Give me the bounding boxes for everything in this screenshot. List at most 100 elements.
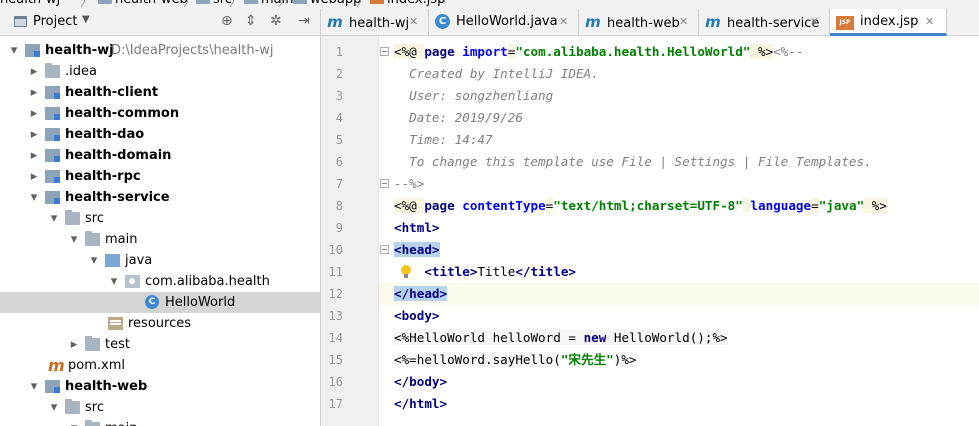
code-token: To change this template use File | Setti… [394, 154, 872, 169]
code-token: page [424, 44, 463, 59]
close-icon[interactable]: ✕ [559, 9, 568, 35]
breadcrumb-item[interactable]: health-wj [0, 0, 60, 7]
tree-item-health-rpc[interactable]: ▸ health-rpc [0, 166, 320, 187]
maven-icon: m [48, 356, 65, 375]
tree-item-main[interactable]: ▾ main [0, 229, 320, 250]
tree-item-test[interactable]: ▸ test [0, 334, 320, 355]
chevron-right-icon[interactable]: ▸ [28, 61, 40, 82]
chevron-down-icon[interactable]: ▾ [48, 208, 60, 229]
tree-item-health-common[interactable]: ▸ health-common [0, 103, 320, 124]
tree-item-com-alibaba-health[interactable]: ▾ com.alibaba.health [0, 271, 320, 292]
tree-item-health-service[interactable]: ▾ health-service [0, 187, 320, 208]
tree-item-health-client[interactable]: ▸ health-client [0, 82, 320, 103]
chevron-right-icon[interactable]: ▸ [28, 145, 40, 166]
close-icon[interactable]: ✕ [679, 9, 688, 35]
tree-item-resources[interactable]: resources [0, 313, 320, 334]
breadcrumb-item[interactable]: src [196, 0, 232, 7]
close-icon[interactable]: ✕ [925, 9, 934, 35]
code-line[interactable]: <head> [394, 239, 440, 261]
code-token: </body> [394, 374, 448, 389]
breadcrumb-item[interactable]: health-web [98, 0, 188, 7]
chevron-right-icon[interactable]: ▸ [68, 334, 80, 355]
tree-item-main[interactable]: ▾ main [0, 418, 320, 426]
tree-item-path: D:\IdeaProjects\health-wj [111, 43, 274, 58]
code-token: Time: 14:47 [394, 132, 493, 147]
tree-item-health-dao[interactable]: ▸ health-dao [0, 124, 320, 145]
chevron-down-icon[interactable]: ▾ [48, 397, 60, 418]
tree-item-label: .idea [65, 64, 97, 79]
tab-index-jsp[interactable]: JSP index.jsp ✕ [830, 9, 947, 36]
code-line[interactable]: </head> [394, 283, 448, 305]
chevron-down-icon[interactable]: ▾ [68, 418, 80, 426]
fold-marker-icon[interactable] [380, 245, 389, 254]
chevron-down-icon[interactable]: ▾ [28, 376, 40, 397]
tab-health-wj[interactable]: m health-wj ✕ [321, 9, 429, 36]
code-line[interactable]: --%> [394, 173, 424, 195]
chevron-right-icon[interactable]: ▸ [28, 82, 40, 103]
code-line[interactable]: <%=helloWord.sayHello("宋先生")%> [394, 349, 637, 371]
fold-marker-icon[interactable] [380, 47, 389, 56]
code-token: HelloWorld();%> [606, 330, 728, 345]
module-folder-icon [45, 380, 60, 393]
folder-icon [85, 420, 100, 426]
locate-file-icon[interactable]: ⊕ [221, 13, 233, 29]
code-line[interactable]: </body> [394, 371, 447, 393]
folder-icon [98, 0, 112, 4]
hide-panel-icon[interactable]: ⇥ [298, 13, 310, 29]
code-line[interactable]: <%HelloWorld helloWord = new HelloWorld(… [394, 327, 728, 349]
folder-icon [85, 231, 100, 246]
code-line[interactable]: <body> [394, 305, 440, 327]
chevron-down-icon[interactable]: ▾ [28, 187, 40, 208]
chevron-down-icon[interactable]: ▾ [108, 271, 120, 292]
tab-health-service[interactable]: m health-service ✕ [699, 9, 830, 36]
project-view-selector[interactable]: Project [33, 14, 77, 29]
module-folder-icon [25, 44, 40, 57]
code-line[interactable]: Time: 14:47 [394, 129, 493, 151]
breadcrumb-label: health-web [115, 0, 188, 7]
code-line[interactable]: Created by IntelliJ IDEA. [394, 63, 599, 85]
code-token: %> [750, 44, 774, 59]
chevron-right-icon[interactable]: ▸ [28, 124, 40, 145]
tree-item-label: HelloWorld [165, 295, 236, 310]
chevron-down-icon[interactable]: ▼ [82, 14, 90, 25]
breadcrumb-item[interactable]: index.jsp [370, 0, 445, 7]
tree-item-health-wj[interactable]: ▾ health-wj D:\IdeaProjects\health-wj [0, 40, 320, 61]
code-token: <%@ [394, 44, 425, 59]
tree-item-java[interactable]: ▾ java [0, 250, 320, 271]
code-line[interactable]: <title>Title</title> [394, 261, 576, 283]
code-token: Title [477, 264, 516, 279]
tree-item-health-domain[interactable]: ▸ health-domain [0, 145, 320, 166]
gear-icon[interactable]: ✲ [270, 13, 282, 29]
code-token: User: songzhenliang [394, 88, 554, 103]
tree-item-helloworld[interactable]: C HelloWorld [0, 292, 320, 313]
code-line[interactable]: <html> [394, 217, 440, 239]
close-icon[interactable]: ✕ [409, 9, 418, 35]
tree-item-src[interactable]: ▾ src [0, 397, 320, 418]
fold-marker-icon[interactable] [380, 179, 389, 188]
tab-helloworld-java[interactable]: C HelloWorld.java ✕ [429, 9, 579, 36]
tree-item-health-web[interactable]: ▾ health-web [0, 376, 320, 397]
collapse-all-icon[interactable]: ⇕ [245, 13, 257, 29]
chevron-right-icon[interactable]: ▸ [28, 103, 40, 124]
chevron-right-icon[interactable]: ▸ [28, 166, 40, 187]
chevron-down-icon[interactable]: ▾ [68, 229, 80, 250]
close-icon[interactable]: ✕ [810, 9, 819, 35]
code-line[interactable]: </html> [394, 393, 447, 415]
code-line[interactable]: Date: 2019/9/26 [394, 107, 523, 129]
tab-health-web[interactable]: m health-web ✕ [579, 9, 699, 36]
code-line[interactable]: <%@ page import="com.alibaba.health.Hell… [394, 41, 804, 63]
line-number: 9 [335, 221, 343, 235]
code-line[interactable]: User: songzhenliang [394, 85, 553, 107]
code-line[interactable]: <%@ page contentType = "text/html;charset=… [394, 195, 887, 217]
chevron-down-icon[interactable]: ▾ [8, 40, 20, 61]
tree-item-label: health-dao [65, 127, 145, 142]
chevron-down-icon[interactable]: ▾ [88, 250, 100, 271]
code-token: contentType [462, 198, 546, 213]
tree-item-idea[interactable]: ▸ .idea [0, 61, 320, 82]
code-line[interactable]: To change this template use File | Setti… [394, 151, 872, 173]
tree-item-pom-xml[interactable]: m pom.xml [0, 355, 320, 376]
lightbulb-icon[interactable] [401, 265, 411, 278]
line-number: 2 [335, 67, 343, 81]
tree-item-src[interactable]: ▾ src [0, 208, 320, 229]
breadcrumb-item[interactable]: webapp [293, 0, 361, 7]
